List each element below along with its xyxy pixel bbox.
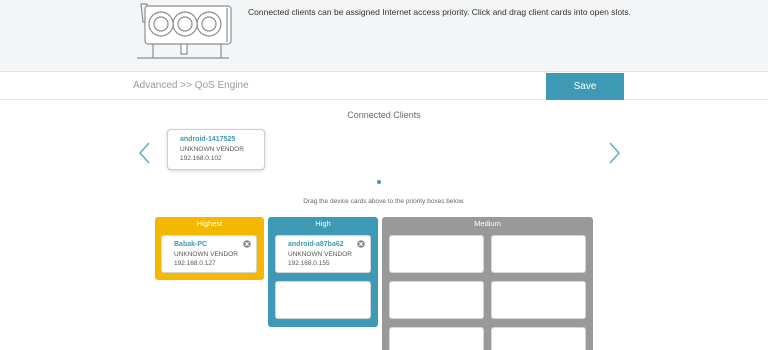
chevron-right-icon[interactable] [606,140,622,166]
remove-icon[interactable] [243,240,251,248]
client-name: Babak-PC [174,241,208,248]
client-vendor: UNKNOWN VENDOR [174,251,238,258]
empty-priority-slot[interactable] [275,281,371,319]
empty-priority-slot[interactable] [389,235,484,273]
empty-priority-slot[interactable] [491,281,586,319]
priority-label-highest: Highest [196,219,223,228]
priority-box-medium: Medium [382,217,593,350]
client-card[interactable]: Babak-PC UNKNOWN VENDOR 192.168.0.127 [161,235,257,273]
client-name: android-1417525 [180,136,236,143]
priority-label-medium: Medium [474,219,501,228]
carousel-page-indicator[interactable] [377,180,381,184]
client-ip: 192.168.0.102 [180,155,222,162]
priority-box-high: High android-a87ba62 UNKNOWN VENDOR 192.… [268,217,378,327]
breadcrumb: Advanced >> QoS Engine [133,80,249,91]
priority-box-highest: Highest Babak-PC UNKNOWN VENDOR 192.168.… [155,217,264,280]
client-card[interactable]: android-a87ba62 UNKNOWN VENDOR 192.168.0… [275,235,371,273]
banner-description: Connected clients can be assigned Intern… [248,7,632,17]
breadcrumb-bar: Advanced >> QoS Engine [0,72,768,100]
empty-priority-slot[interactable] [491,327,586,350]
remove-icon[interactable] [357,240,365,248]
priority-label-high: High [315,219,331,228]
connected-clients-title: Connected Clients [347,110,421,120]
client-card[interactable]: android-1417525 UNKNOWN VENDOR 192.168.0… [167,129,265,170]
client-vendor: UNKNOWN VENDOR [288,251,352,258]
client-ip: 192.168.0.127 [174,260,216,267]
save-button[interactable]: Save [546,73,624,100]
empty-priority-slot[interactable] [491,235,586,273]
empty-priority-slot[interactable] [389,327,484,350]
drag-instruction: Drag the device cards above to the prior… [303,198,465,205]
header-banner: Connected clients can be assigned Intern… [0,0,768,72]
client-vendor: UNKNOWN VENDOR [180,146,244,153]
client-ip: 192.168.0.155 [288,260,330,267]
router-illustration-icon [137,3,232,59]
empty-priority-slot[interactable] [389,281,484,319]
chevron-left-icon[interactable] [137,140,153,166]
client-name: android-a87ba62 [288,241,344,248]
